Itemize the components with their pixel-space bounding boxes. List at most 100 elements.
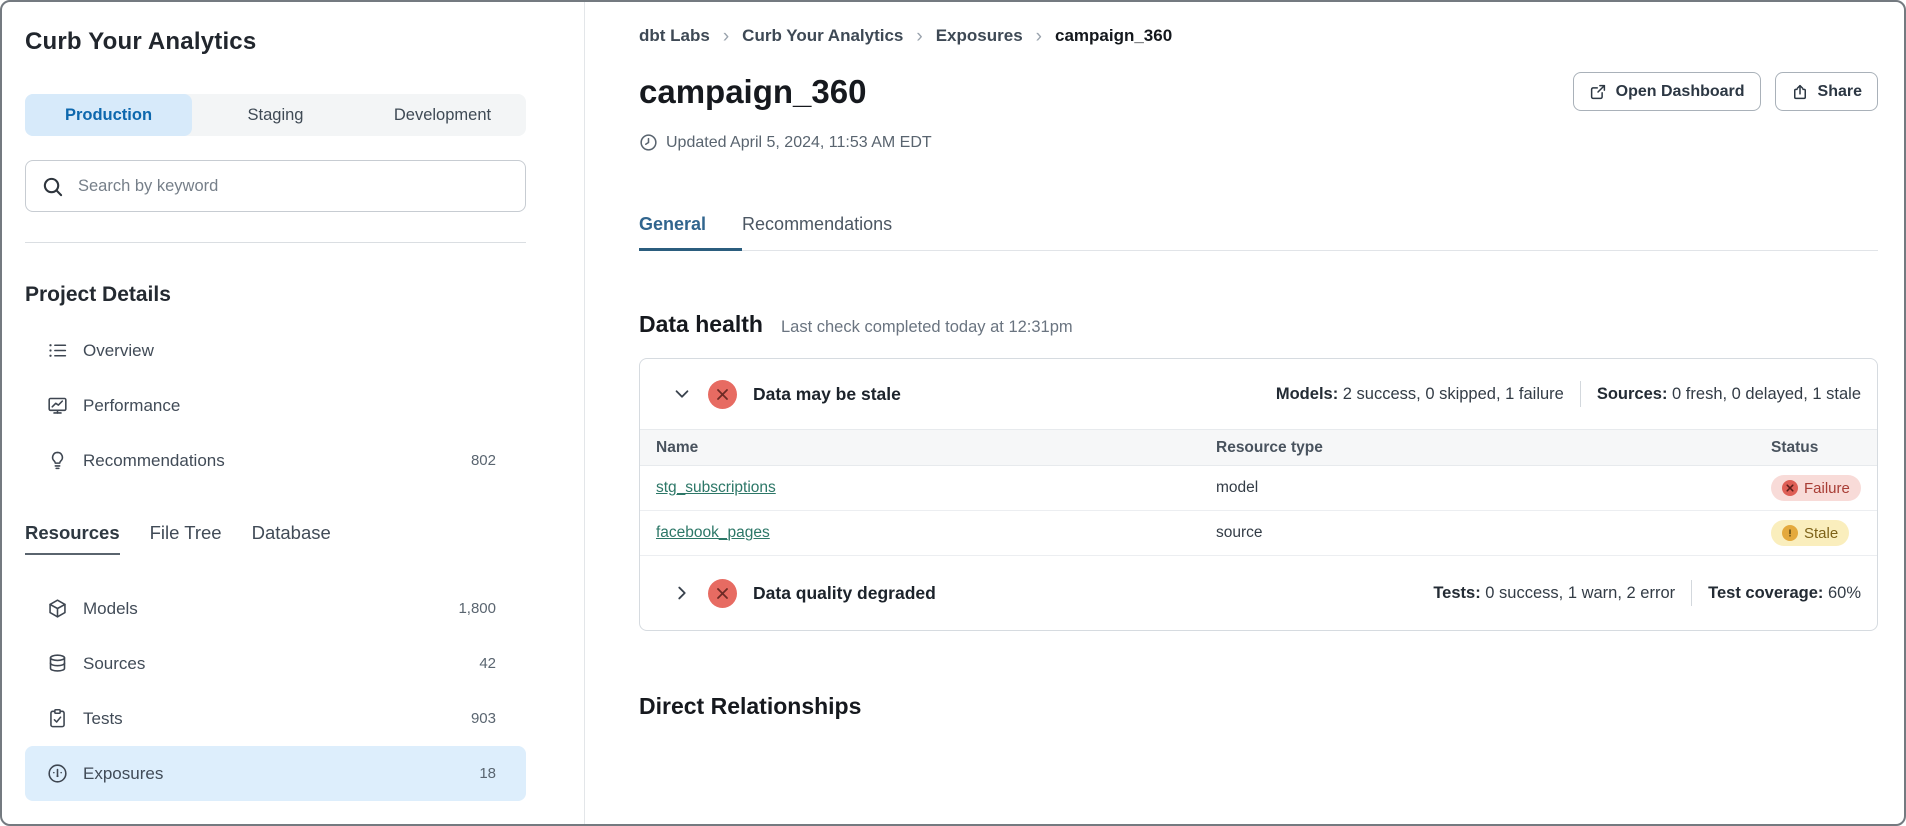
column-header-status: Status <box>1755 430 1877 466</box>
resource-view-tabs: Resources File Tree Database <box>25 522 526 555</box>
table-header-row: Name Resource type Status <box>640 430 1877 466</box>
chevron-right-icon: › <box>1036 27 1042 46</box>
chevron-right-icon: › <box>916 27 922 46</box>
models-stat: Models: 2 success, 0 skipped, 1 failure <box>1276 385 1564 404</box>
sidebar-item-sources[interactable]: Sources 42 <box>25 636 526 691</box>
last-check-text: Last check completed today at 12:31pm <box>781 318 1073 337</box>
stale-section-header[interactable]: Data may be stale Models: 2 success, 0 s… <box>640 359 1877 429</box>
breadcrumb-item-project[interactable]: Curb Your Analytics <box>742 26 903 46</box>
sidebar-item-label: Sources <box>83 654 145 674</box>
status-badge-label: Failure <box>1804 480 1850 497</box>
sidebar-item-label: Recommendations <box>83 451 225 471</box>
app-window: Curb Your Analytics Production Staging D… <box>0 0 1906 826</box>
item-count: 903 <box>471 710 496 727</box>
item-count: 42 <box>479 655 496 672</box>
resources-nav: Models 1,800 Sources 42 Tests 903 <box>25 581 526 801</box>
status-badge-label: Stale <box>1804 525 1838 542</box>
data-health-section: Data health Last check completed today a… <box>639 311 1878 631</box>
button-label: Open Dashboard <box>1616 83 1745 101</box>
sidebar: Curb Your Analytics Production Staging D… <box>2 2 585 824</box>
item-count: 1,800 <box>458 600 496 617</box>
tab-staging[interactable]: Staging <box>192 94 359 136</box>
project-details-nav: Overview Performance Recommendations 802 <box>25 323 526 488</box>
chevron-right-icon[interactable] <box>672 583 692 603</box>
stale-resources-table: Name Resource type Status stg_subscripti… <box>640 429 1877 556</box>
sidebar-item-label: Tests <box>83 709 123 729</box>
direct-relationships-heading: Direct Relationships <box>639 693 1878 720</box>
resource-link-facebook-pages[interactable]: facebook_pages <box>656 524 770 541</box>
sidebar-item-label: Overview <box>83 341 154 361</box>
page-title: campaign_360 <box>639 73 866 111</box>
updated-text: Updated April 5, 2024, 11:53 AM EDT <box>666 134 932 152</box>
chevron-right-icon: › <box>723 27 729 46</box>
sidebar-project-title: Curb Your Analytics <box>25 28 526 56</box>
x-circle-icon <box>708 380 737 409</box>
page-actions: Open Dashboard Share <box>1573 72 1878 111</box>
sidebar-item-tests[interactable]: Tests 903 <box>25 691 526 746</box>
page-tabs: General Recommendations <box>639 214 1878 251</box>
table-row: stg_subscriptions model Failure <box>640 466 1877 511</box>
status-badge-stale: Stale <box>1771 520 1849 546</box>
sources-stat: Sources: 0 fresh, 0 delayed, 1 stale <box>1597 385 1861 404</box>
tab-general[interactable]: General <box>639 214 742 251</box>
data-health-card: Data may be stale Models: 2 success, 0 s… <box>639 358 1878 631</box>
button-label: Share <box>1818 83 1862 101</box>
table-row: facebook_pages source Stale <box>640 511 1877 556</box>
quality-section-title: Data quality degraded <box>753 583 936 604</box>
stale-section-stats: Models: 2 success, 0 skipped, 1 failure … <box>1276 381 1861 407</box>
sidebar-item-recommendations[interactable]: Recommendations 802 <box>25 433 526 488</box>
list-icon <box>47 340 68 361</box>
stat-divider <box>1691 580 1692 606</box>
share-button[interactable]: Share <box>1775 72 1878 111</box>
sidebar-item-exposures[interactable]: Exposures 18 <box>25 746 526 801</box>
tab-development[interactable]: Development <box>359 94 526 136</box>
cube-icon <box>47 598 68 619</box>
data-health-heading-row: Data health Last check completed today a… <box>639 311 1878 338</box>
monitor-chart-icon <box>47 395 68 416</box>
resource-link-stg-subscriptions[interactable]: stg_subscriptions <box>656 479 776 496</box>
sidebar-item-performance[interactable]: Performance <box>25 378 526 433</box>
main-content: dbt Labs › Curb Your Analytics › Exposur… <box>585 2 1904 824</box>
chevron-down-icon[interactable] <box>672 384 692 404</box>
database-icon <box>47 653 68 674</box>
x-circle-icon <box>708 579 737 608</box>
clock-icon <box>639 133 658 152</box>
stale-section-title: Data may be stale <box>753 384 901 405</box>
breadcrumb-item-exposures[interactable]: Exposures <box>936 26 1023 46</box>
breadcrumb: dbt Labs › Curb Your Analytics › Exposur… <box>639 26 1878 46</box>
open-dashboard-button[interactable]: Open Dashboard <box>1573 72 1761 111</box>
tab-recommendations[interactable]: Recommendations <box>742 214 928 251</box>
resource-type-cell: model <box>1200 466 1755 511</box>
sidebar-item-overview[interactable]: Overview <box>25 323 526 378</box>
tab-file-tree[interactable]: File Tree <box>150 522 222 555</box>
sidebar-item-models[interactable]: Models 1,800 <box>25 581 526 636</box>
tab-resources[interactable]: Resources <box>25 522 120 555</box>
status-badge-failure: Failure <box>1771 475 1861 501</box>
environment-tabs: Production Staging Development <box>25 94 526 136</box>
tab-database[interactable]: Database <box>252 522 331 555</box>
search-icon <box>42 176 63 197</box>
item-count: 802 <box>471 452 496 469</box>
lightbulb-icon <box>47 450 68 471</box>
column-header-name: Name <box>640 430 1200 466</box>
x-circle-icon <box>1782 480 1798 496</box>
sidebar-item-label: Performance <box>83 396 180 416</box>
gauge-icon <box>47 763 68 784</box>
updated-timestamp: Updated April 5, 2024, 11:53 AM EDT <box>639 133 1878 152</box>
sidebar-divider <box>25 242 526 243</box>
data-health-heading: Data health <box>639 311 763 338</box>
quality-section-stats: Tests: 0 success, 1 warn, 2 error Test c… <box>1433 580 1861 606</box>
quality-section-header[interactable]: Data quality degraded Tests: 0 success, … <box>640 556 1877 630</box>
stat-divider <box>1580 381 1581 407</box>
exclamation-circle-icon <box>1782 525 1798 541</box>
breadcrumb-item-current: campaign_360 <box>1055 26 1172 46</box>
column-header-resource-type: Resource type <box>1200 430 1755 466</box>
share-icon <box>1791 83 1809 101</box>
external-link-icon <box>1589 83 1607 101</box>
item-count: 18 <box>479 765 496 782</box>
breadcrumb-item-dbt-labs[interactable]: dbt Labs <box>639 26 710 46</box>
search-input[interactable] <box>76 176 509 197</box>
tab-production[interactable]: Production <box>25 94 192 136</box>
sidebar-item-label: Exposures <box>83 764 163 784</box>
search-box[interactable] <box>25 160 526 212</box>
